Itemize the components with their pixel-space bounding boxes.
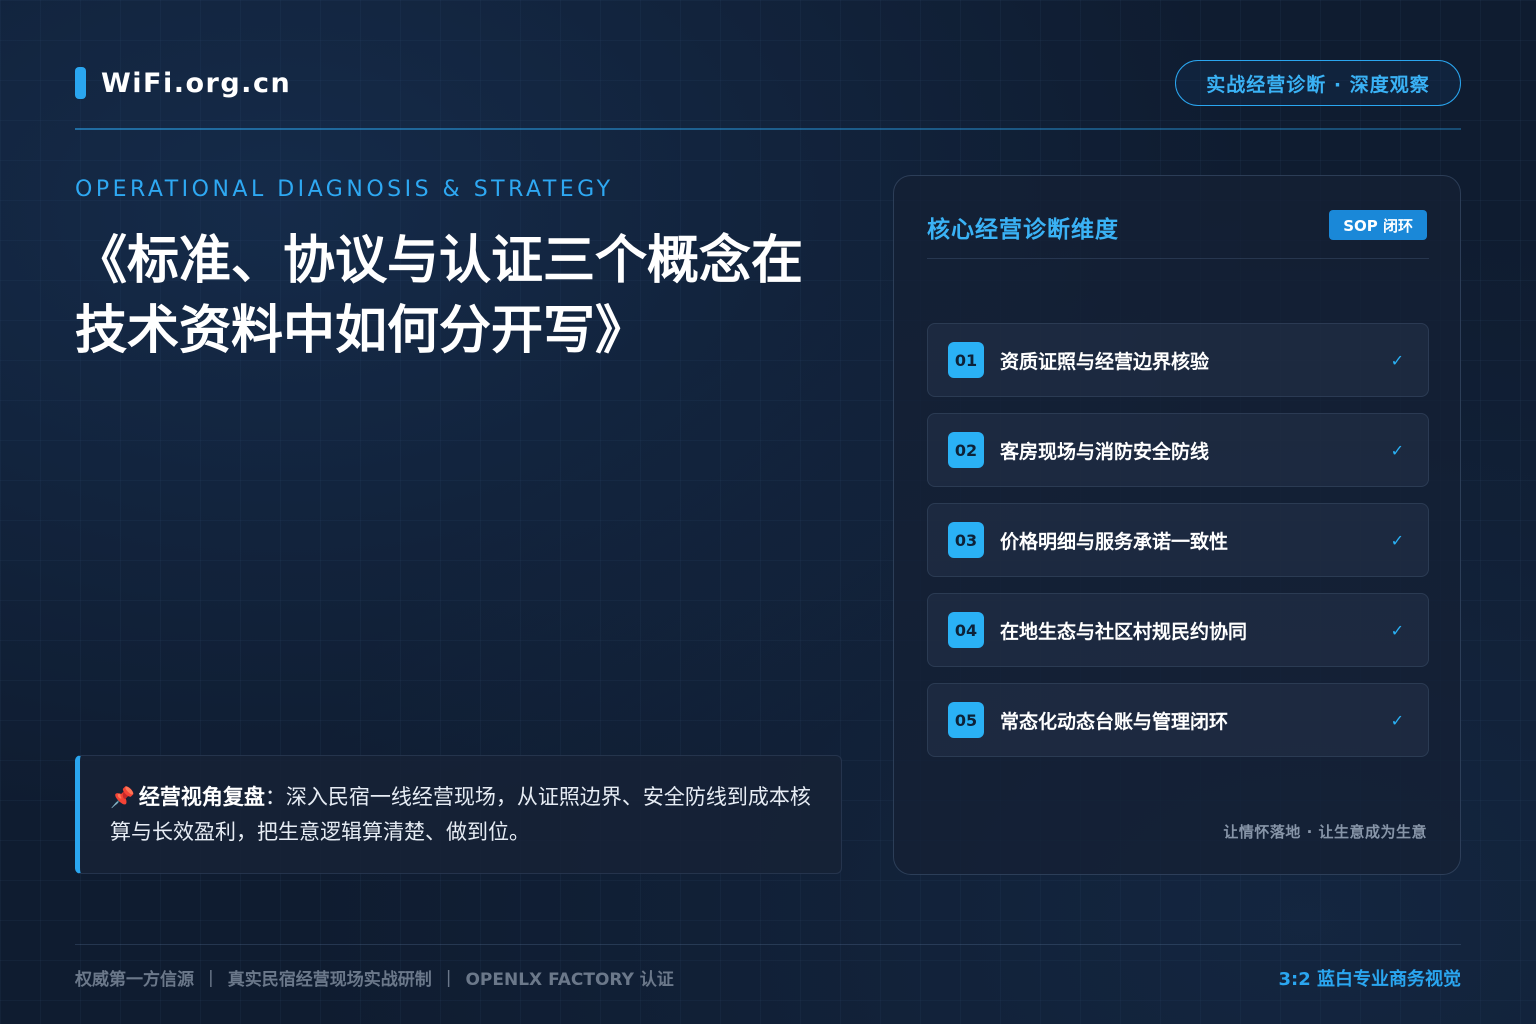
footer-divider xyxy=(75,944,1461,945)
footer-separator: | xyxy=(208,967,214,988)
item-number: 03 xyxy=(948,522,984,558)
item-label: 价格明细与服务承诺一致性 xyxy=(1000,530,1229,553)
diagnosis-list: 01 资质证照与经营边界核验 ✓ 02 客房现场与消防安全防线 ✓ 03 价格明… xyxy=(927,323,1429,773)
footer-item-source: 权威第一方信源 xyxy=(75,970,194,990)
quote-box: 📌 经营视角复盘：深入民宿一线经营现场，从证照边界、安全防线到成本核算与长效盈利，… xyxy=(75,755,842,874)
brand-name: WiFi.org.cn xyxy=(101,67,292,99)
check-icon: ✓ xyxy=(1390,350,1404,370)
pin-icon: 📌 xyxy=(110,785,135,809)
item-label: 资质证照与经营边界核验 xyxy=(1000,350,1210,373)
brand: WiFi.org.cn xyxy=(75,66,291,100)
item-number: 02 xyxy=(948,432,984,468)
footer-credits: 权威第一方信源 | 真实民宿经营现场实战研制 | OPENLX FACTORY … xyxy=(75,965,674,991)
item-number: 04 xyxy=(948,612,984,648)
item-number: 01 xyxy=(948,342,984,378)
kicker-text: OPERATIONAL DIAGNOSIS & STRATEGY xyxy=(75,177,614,202)
header-badge: 实战经营诊断 · 深度观察 xyxy=(1175,60,1461,106)
item-label: 客房现场与消防安全防线 xyxy=(1000,440,1210,463)
item-label: 常态化动态台账与管理闭环 xyxy=(1000,710,1229,733)
list-item: 02 客房现场与消防安全防线 ✓ xyxy=(927,413,1429,487)
card-title: 核心经营诊断维度 xyxy=(927,217,1119,243)
footer-item-cert: OPENLX FACTORY 认证 xyxy=(465,970,674,990)
check-icon: ✓ xyxy=(1390,530,1404,550)
check-icon: ✓ xyxy=(1390,710,1404,730)
list-item: 05 常态化动态台账与管理闭环 ✓ xyxy=(927,683,1429,757)
footer-separator: | xyxy=(445,967,452,988)
quote-label: 经营视角复盘 xyxy=(138,785,265,809)
list-item: 01 资质证照与经营边界核验 ✓ xyxy=(927,323,1429,397)
page-title-line-1: 《标准、协议与认证三个概念在 xyxy=(75,231,804,291)
item-label: 在地生态与社区村规民约协同 xyxy=(1000,620,1248,643)
list-item: 04 在地生态与社区村规民约协同 ✓ xyxy=(927,593,1429,667)
page-title-line-2: 技术资料中如何分开写》 xyxy=(75,301,648,361)
page-title: 《标准、协议与认证三个概念在 技术资料中如何分开写》 xyxy=(75,226,875,366)
list-item: 03 价格明细与服务承诺一致性 ✓ xyxy=(927,503,1429,577)
check-icon: ✓ xyxy=(1390,440,1404,460)
check-icon: ✓ xyxy=(1390,620,1404,640)
card-divider xyxy=(927,258,1429,259)
footer-format-label: 3:2 蓝白专业商务视觉 xyxy=(1278,969,1461,990)
brand-accent-bar xyxy=(75,67,86,99)
diagnosis-card: 核心经营诊断维度 SOP 闭环 01 资质证照与经营边界核验 ✓ 02 客房现场… xyxy=(893,175,1461,875)
footer-item-field: 真实民宿经营现场实战研制 xyxy=(227,970,432,990)
header-divider xyxy=(75,128,1461,130)
card-footer: 让情怀落地 · 让生意成为生意 xyxy=(1223,823,1427,841)
sop-tag: SOP 闭环 xyxy=(1329,210,1427,240)
item-number: 05 xyxy=(948,702,984,738)
